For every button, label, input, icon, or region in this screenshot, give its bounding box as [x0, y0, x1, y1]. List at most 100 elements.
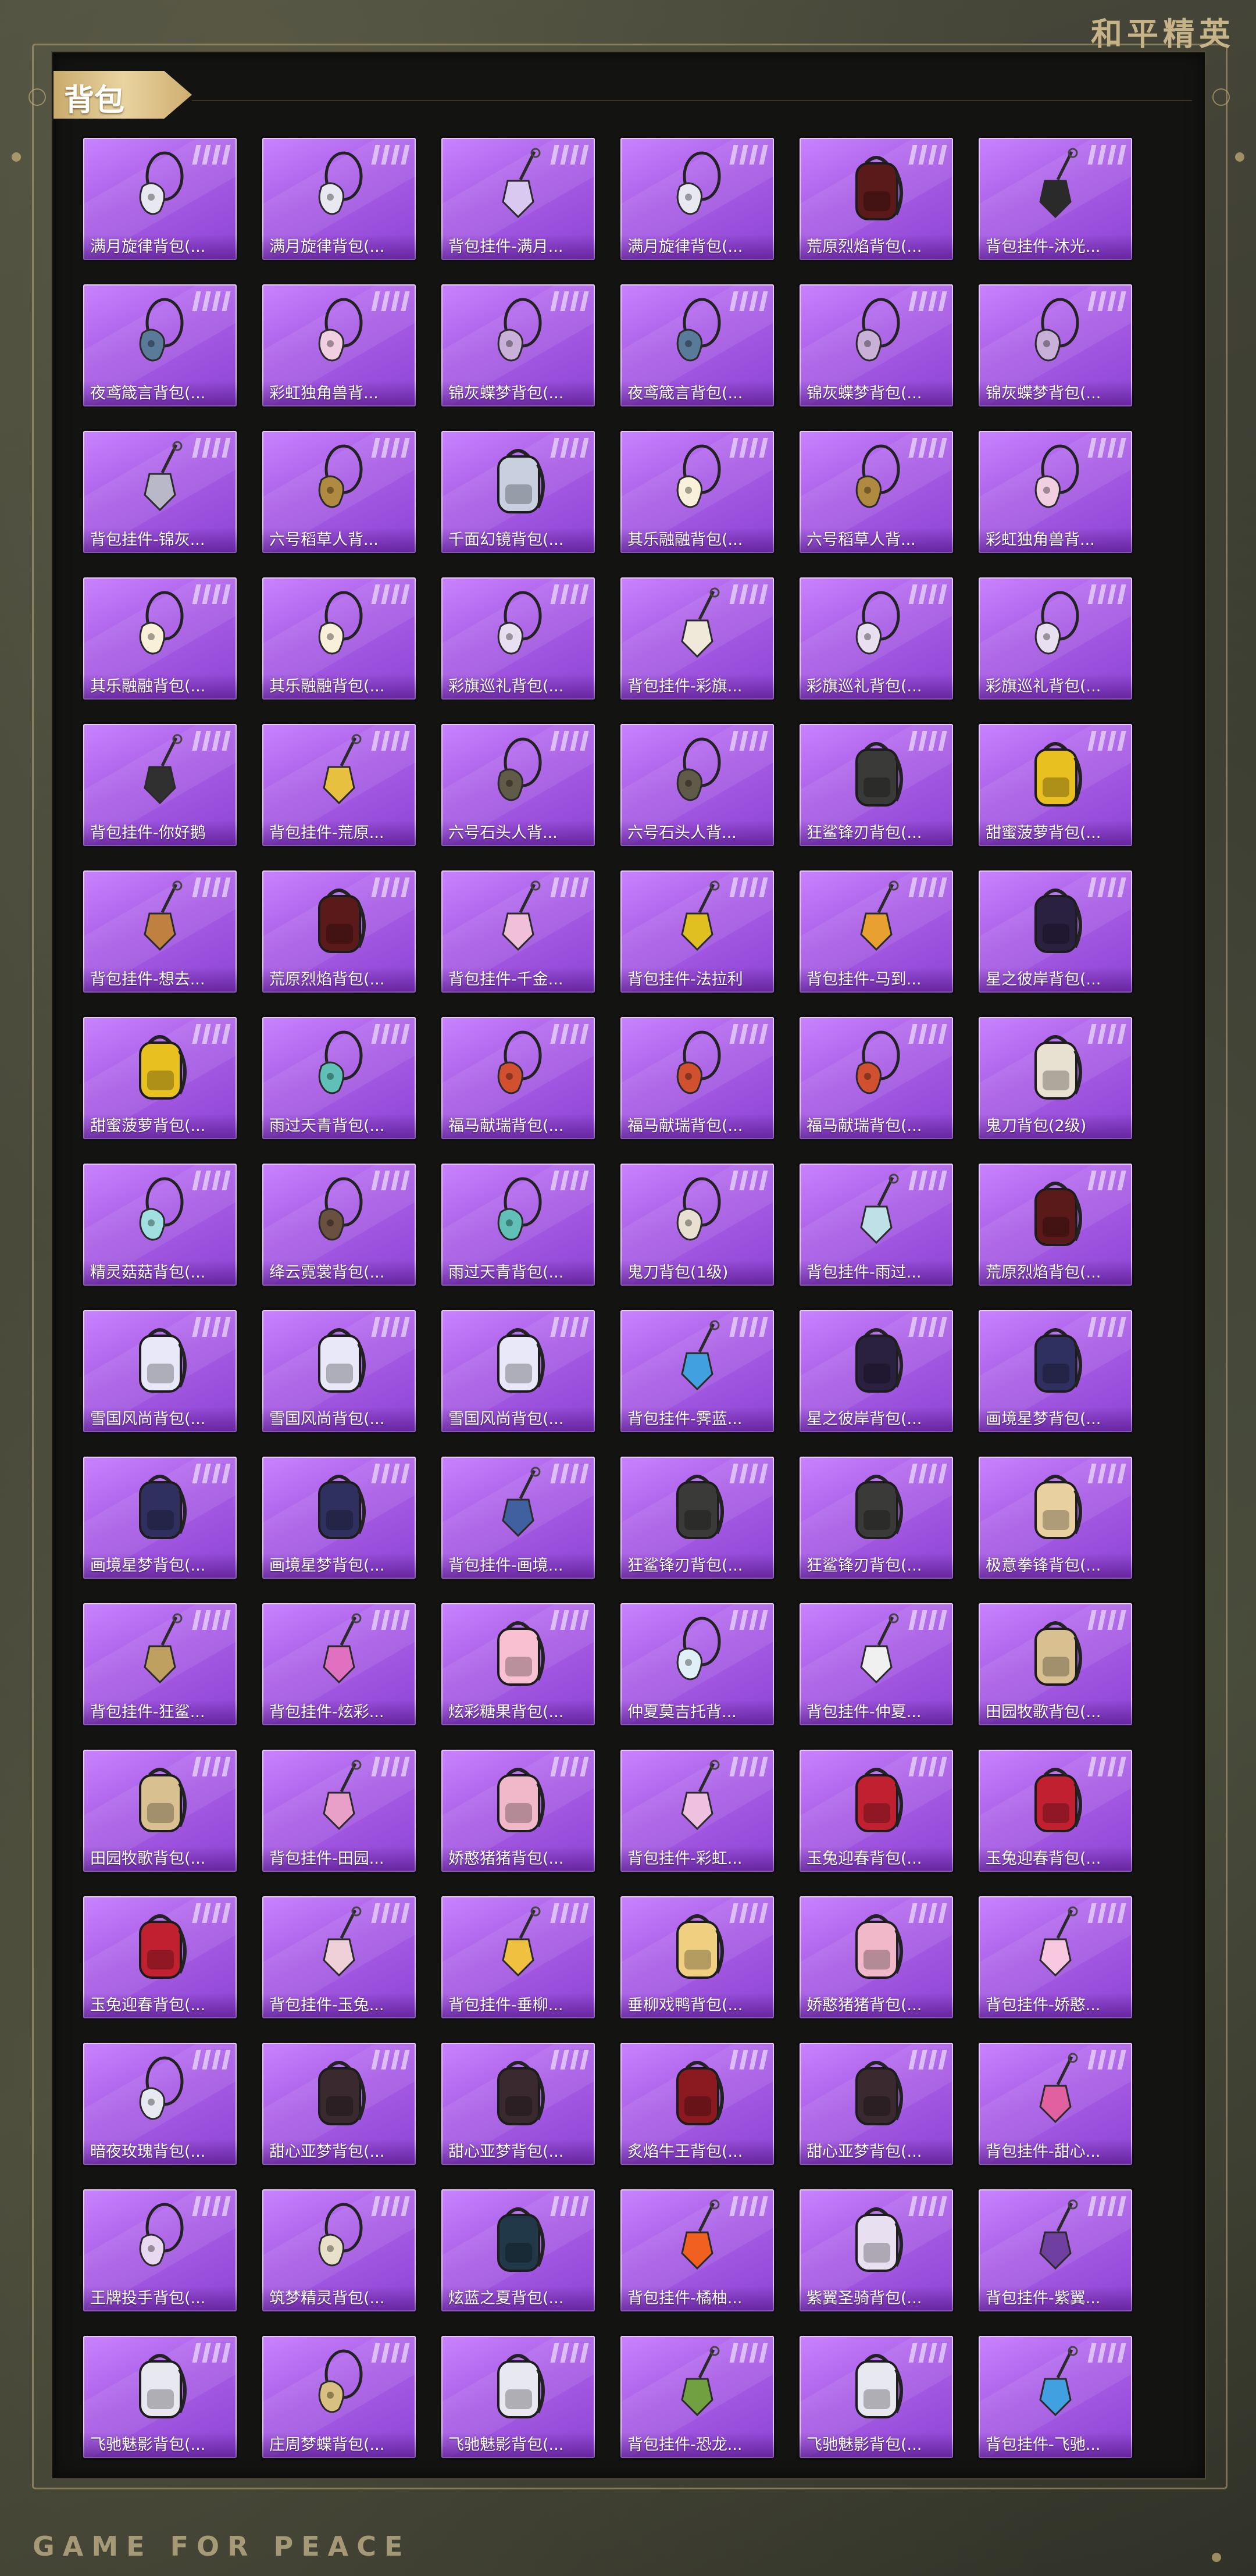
- item-card[interactable]: 娇憨猪猪背包(...: [800, 1896, 953, 2018]
- item-card[interactable]: 筑梦精灵背包(...: [262, 2189, 416, 2311]
- item-card[interactable]: 炫彩糖果背包(...: [441, 1603, 595, 1725]
- item-card[interactable]: 画境星梦背包(...: [262, 1457, 416, 1579]
- item-card[interactable]: 田园牧歌背包(...: [83, 1750, 237, 1872]
- item-card[interactable]: 背包挂件-恐龙...: [620, 2336, 774, 2458]
- item-card[interactable]: 炙焰牛王背包(...: [620, 2043, 774, 2165]
- item-card[interactable]: 星之彼岸背包(...: [979, 870, 1132, 993]
- item-card[interactable]: 飞驰魅影背包(...: [800, 2336, 953, 2458]
- item-card[interactable]: 背包挂件-锦灰...: [83, 431, 237, 553]
- item-card[interactable]: 娇憨猪猪背包(...: [441, 1750, 595, 1872]
- item-card[interactable]: 满月旋律背包(...: [620, 138, 774, 260]
- item-card[interactable]: 甜心亚梦背包(...: [800, 2043, 953, 2165]
- item-card[interactable]: 其乐融融背包(...: [83, 577, 237, 700]
- item-card[interactable]: 六号石头人背...: [620, 724, 774, 846]
- item-card[interactable]: 飞驰魅影背包(...: [83, 2336, 237, 2458]
- item-card[interactable]: 背包挂件-仲夏...: [800, 1603, 953, 1725]
- item-card[interactable]: 雨过天青背包(...: [262, 1017, 416, 1139]
- item-card[interactable]: 炫蓝之夏背包(...: [441, 2189, 595, 2311]
- item-card[interactable]: 甜蜜菠萝背包(...: [979, 724, 1132, 846]
- item-card[interactable]: 背包挂件-沐光...: [979, 138, 1132, 260]
- item-card[interactable]: 狂鲨锋刃背包(...: [620, 1457, 774, 1579]
- item-label: 娇憨猪猪背包(...: [800, 1993, 953, 2018]
- item-card[interactable]: 锦灰蝶梦背包(...: [979, 284, 1132, 406]
- item-card[interactable]: 背包挂件-彩虹...: [620, 1750, 774, 1872]
- item-card[interactable]: 背包挂件-马到...: [800, 870, 953, 993]
- item-card[interactable]: 锦灰蝶梦背包(...: [800, 284, 953, 406]
- item-card[interactable]: 王牌投手背包(...: [83, 2189, 237, 2311]
- item-card[interactable]: 福马献瑞背包(...: [620, 1017, 774, 1139]
- item-card[interactable]: 背包挂件-飞驰...: [979, 2336, 1132, 2458]
- item-card[interactable]: 狂鲨锋刃背包(...: [800, 1457, 953, 1579]
- item-card[interactable]: 雪国风尚背包(...: [262, 1310, 416, 1432]
- item-card[interactable]: 雪国风尚背包(...: [441, 1310, 595, 1432]
- item-card[interactable]: 仲夏莫吉托背...: [620, 1603, 774, 1725]
- item-card[interactable]: 福马献瑞背包(...: [800, 1017, 953, 1139]
- item-card[interactable]: 鬼刀背包(1级): [620, 1164, 774, 1286]
- item-card[interactable]: 背包挂件-满月...: [441, 138, 595, 260]
- item-card[interactable]: 玉兔迎春背包(...: [800, 1750, 953, 1872]
- item-card[interactable]: 极意拳锋背包(...: [979, 1457, 1132, 1579]
- item-card[interactable]: 荒原烈焰背包(...: [979, 1164, 1132, 1286]
- item-card[interactable]: 背包挂件-雨过...: [800, 1164, 953, 1286]
- item-card[interactable]: 鬼刀背包(2级): [979, 1017, 1132, 1139]
- backpack-icon: [119, 1904, 201, 1986]
- item-card[interactable]: 玉兔迎春背包(...: [83, 1896, 237, 2018]
- item-card[interactable]: 绛云霓裳背包(...: [262, 1164, 416, 1286]
- item-card[interactable]: 福马献瑞背包(...: [441, 1017, 595, 1139]
- item-card[interactable]: 狂鲨锋刃背包(...: [800, 724, 953, 846]
- item-card[interactable]: 其乐融融背包(...: [262, 577, 416, 700]
- item-card[interactable]: 背包挂件-紫翼...: [979, 2189, 1132, 2311]
- item-card[interactable]: 背包挂件-画境...: [441, 1457, 595, 1579]
- item-card[interactable]: 夜鸢箴言背包(...: [83, 284, 237, 406]
- item-card[interactable]: 六号稻草人背...: [800, 431, 953, 553]
- item-card[interactable]: 玉兔迎春背包(...: [979, 1750, 1132, 1872]
- item-card[interactable]: 甜心亚梦背包(...: [441, 2043, 595, 2165]
- item-card[interactable]: 紫翼圣骑背包(...: [800, 2189, 953, 2311]
- item-card[interactable]: 星之彼岸背包(...: [800, 1310, 953, 1432]
- item-card[interactable]: 六号稻草人背...: [262, 431, 416, 553]
- item-card[interactable]: 背包挂件-法拉利: [620, 870, 774, 993]
- item-card[interactable]: 背包挂件-垂柳...: [441, 1896, 595, 2018]
- item-card[interactable]: 画境星梦背包(...: [83, 1457, 237, 1579]
- item-card[interactable]: 彩虹独角兽背...: [979, 431, 1132, 553]
- item-card[interactable]: 背包挂件-你好鹅: [83, 724, 237, 846]
- item-card[interactable]: 背包挂件-田园...: [262, 1750, 416, 1872]
- item-card[interactable]: 甜蜜菠萝背包(...: [83, 1017, 237, 1139]
- item-card[interactable]: 背包挂件-炫彩...: [262, 1603, 416, 1725]
- item-card[interactable]: 其乐融融背包(...: [620, 431, 774, 553]
- item-card[interactable]: 背包挂件-千金...: [441, 870, 595, 993]
- item-card[interactable]: 锦灰蝶梦背包(...: [441, 284, 595, 406]
- item-card[interactable]: 六号石头人背...: [441, 724, 595, 846]
- item-card[interactable]: 背包挂件-甜心...: [979, 2043, 1132, 2165]
- item-card[interactable]: 夜鸢箴言背包(...: [620, 284, 774, 406]
- item-card[interactable]: 彩旗巡礼背包(...: [800, 577, 953, 700]
- item-card[interactable]: 精灵菇菇背包(...: [83, 1164, 237, 1286]
- item-card[interactable]: 千面幻镜背包(...: [441, 431, 595, 553]
- item-card[interactable]: 雨过天青背包(...: [441, 1164, 595, 1286]
- item-card[interactable]: 甜心亚梦背包(...: [262, 2043, 416, 2165]
- item-card[interactable]: 满月旋律背包(...: [83, 138, 237, 260]
- item-card[interactable]: 背包挂件-橘柚...: [620, 2189, 774, 2311]
- item-card[interactable]: 背包挂件-彩旗...: [620, 577, 774, 700]
- item-card[interactable]: 背包挂件-荒原...: [262, 724, 416, 846]
- item-card[interactable]: 背包挂件-想去...: [83, 870, 237, 993]
- item-card[interactable]: 飞驰魅影背包(...: [441, 2336, 595, 2458]
- item-card[interactable]: 暗夜玫瑰背包(...: [83, 2043, 237, 2165]
- item-label: 玉兔迎春背包(...: [800, 1846, 953, 1872]
- item-card[interactable]: 雪国风尚背包(...: [83, 1310, 237, 1432]
- item-card[interactable]: 满月旋律背包(...: [262, 138, 416, 260]
- item-card[interactable]: 田园牧歌背包(...: [979, 1603, 1132, 1725]
- item-card[interactable]: 背包挂件-玉兔...: [262, 1896, 416, 2018]
- item-card[interactable]: 背包挂件-狂鲨...: [83, 1603, 237, 1725]
- item-card[interactable]: 彩旗巡礼背包(...: [441, 577, 595, 700]
- item-card[interactable]: 彩虹独角兽背...: [262, 284, 416, 406]
- item-card[interactable]: 荒原烈焰背包(...: [800, 138, 953, 260]
- item-card[interactable]: 荒原烈焰背包(...: [262, 870, 416, 993]
- item-card[interactable]: 画境星梦背包(...: [979, 1310, 1132, 1432]
- item-card[interactable]: 背包挂件-娇憨...: [979, 1896, 1132, 2018]
- item-card[interactable]: 庄周梦蝶背包(...: [262, 2336, 416, 2458]
- backpack-icon: [119, 2344, 201, 2425]
- item-card[interactable]: 背包挂件-霁蓝...: [620, 1310, 774, 1432]
- item-card[interactable]: 垂柳戏鸭背包(...: [620, 1896, 774, 2018]
- item-card[interactable]: 彩旗巡礼背包(...: [979, 577, 1132, 700]
